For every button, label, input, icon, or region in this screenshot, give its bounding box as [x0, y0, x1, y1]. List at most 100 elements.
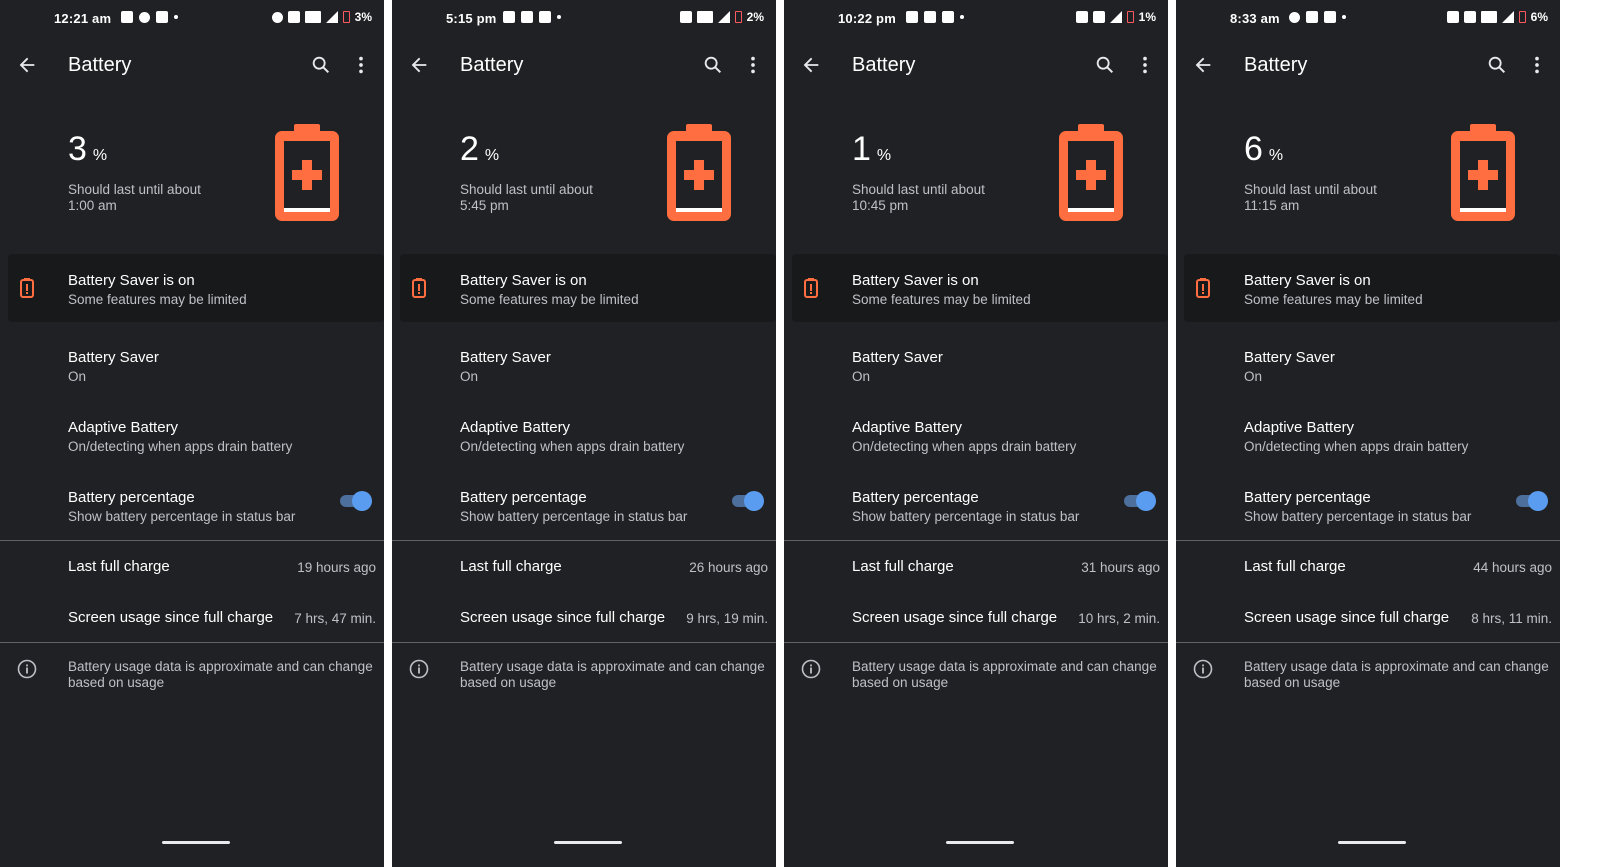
battery-level-unit: %: [484, 147, 500, 164]
battery-saver-value: On: [68, 369, 87, 384]
home-indicator[interactable]: [162, 841, 230, 844]
last-full-charge-row: Last full charge 44 hours ago: [1176, 558, 1560, 580]
info-icon: [17, 659, 37, 679]
battery-percentage-desc: Show battery percentage in status bar: [1244, 509, 1472, 524]
banner-subtitle: Some features may be limited: [68, 292, 247, 307]
battery-percentage-toggle[interactable]: [1514, 491, 1548, 511]
battery-saver-pref[interactable]: Battery Saver On: [392, 349, 776, 409]
back-arrow-icon[interactable]: [408, 54, 430, 76]
volte-icon: [1480, 11, 1497, 23]
battery-level: 6%: [1244, 130, 1283, 169]
adaptive-battery-value: On/detecting when apps drain battery: [68, 439, 293, 454]
battery-percentage-toggle[interactable]: [730, 491, 764, 511]
remaining-estimate: Should last until about 5:45 pm: [460, 182, 593, 214]
adaptive-battery-pref[interactable]: Adaptive Battery On/detecting when apps …: [1176, 419, 1560, 479]
system-icons: 3%: [271, 10, 372, 24]
dot-icon: [174, 15, 178, 19]
notification-icons: [503, 11, 561, 23]
gmail-icon: [1324, 11, 1336, 23]
signal-icon: [1109, 11, 1122, 23]
facebook-icon: [906, 11, 918, 23]
wifi-icon: [1463, 11, 1476, 23]
page-title: Battery: [1244, 54, 1308, 76]
remaining-time: 1:00 am: [68, 198, 117, 213]
battery-saver-banner[interactable]: Battery Saver is on Some features may be…: [8, 254, 384, 322]
adaptive-battery-value: On/detecting when apps drain battery: [460, 439, 685, 454]
battery-saver-banner[interactable]: Battery Saver is on Some features may be…: [1184, 254, 1560, 322]
last-full-charge-label: Last full charge: [68, 558, 170, 575]
remaining-time: 11:15 am: [1244, 198, 1300, 213]
last-full-charge-value: 44 hours ago: [1473, 560, 1552, 575]
system-icons: 2%: [679, 10, 764, 24]
battery-saver-icon: [1451, 124, 1515, 221]
more-vert-icon[interactable]: [350, 54, 372, 76]
battery-saver-banner[interactable]: Battery Saver is on Some features may be…: [792, 254, 1168, 322]
signal-icon: [1501, 11, 1514, 23]
back-arrow-icon[interactable]: [1192, 54, 1214, 76]
toggle-thumb: [1136, 491, 1156, 511]
back-arrow-icon[interactable]: [16, 54, 38, 76]
status-bar: 12:21 am 3%: [0, 0, 384, 36]
divider: [784, 642, 1168, 643]
search-icon[interactable]: [702, 54, 724, 76]
home-indicator[interactable]: [554, 841, 622, 844]
battery-level-value: 1: [852, 130, 871, 168]
banner-subtitle: Some features may be limited: [852, 292, 1031, 307]
battery-alert-icon: [1196, 278, 1210, 298]
remaining-time: 10:45 pm: [852, 198, 909, 213]
remaining-estimate: Should last until about 11:15 am: [1244, 182, 1377, 214]
status-time: 8:33 am: [1230, 11, 1280, 26]
headset-icon: [139, 11, 150, 23]
status-bar: 8:33 am 6%: [1176, 0, 1560, 36]
status-battery-percent: 2%: [746, 10, 764, 24]
remaining-estimate: Should last until about 1:00 am: [68, 182, 201, 214]
home-indicator[interactable]: [1338, 841, 1406, 844]
more-vert-icon[interactable]: [742, 54, 764, 76]
telegram-icon: [503, 11, 515, 23]
battery-settings-screen-3: 10:22 pm 1% Battery 1% Should last until…: [784, 0, 1168, 867]
screen-usage-row: Screen usage since full charge 10 hrs, 2…: [784, 609, 1168, 631]
battery-level-unit: %: [92, 147, 108, 164]
battery-saver-value: On: [460, 369, 479, 384]
status-battery-icon: [1126, 11, 1134, 23]
back-arrow-icon[interactable]: [800, 54, 822, 76]
adaptive-battery-pref[interactable]: Adaptive Battery On/detecting when apps …: [784, 419, 1168, 479]
search-icon[interactable]: [1094, 54, 1116, 76]
battery-level-value: 3: [68, 130, 87, 168]
system-icon-group: [271, 11, 338, 23]
screen-usage-label: Screen usage since full charge: [460, 609, 666, 626]
last-full-charge-label: Last full charge: [1244, 558, 1346, 575]
battery-alert-icon: [412, 278, 426, 298]
status-time: 10:22 pm: [838, 11, 896, 26]
toggle-thumb: [352, 491, 372, 511]
adaptive-battery-pref[interactable]: Adaptive Battery On/detecting when apps …: [0, 419, 384, 479]
battery-saver-value: On: [852, 369, 871, 384]
battery-saver-icon: [275, 124, 339, 221]
info-icon: [409, 659, 429, 679]
battery-saver-pref[interactable]: Battery Saver On: [0, 349, 384, 409]
page-title: Battery: [460, 54, 524, 76]
search-icon[interactable]: [310, 54, 332, 76]
battery-saver-pref[interactable]: Battery Saver On: [1176, 349, 1560, 409]
page-title: Battery: [68, 54, 132, 76]
battery-percentage-toggle[interactable]: [338, 491, 372, 511]
battery-percentage-toggle[interactable]: [1122, 491, 1156, 511]
status-battery-percent: 1%: [1138, 10, 1156, 24]
search-icon[interactable]: [1486, 54, 1508, 76]
youtube-icon: [942, 11, 954, 23]
battery-saver-value: On: [1244, 369, 1263, 384]
more-vert-icon[interactable]: [1526, 54, 1548, 76]
info-icon: [801, 659, 821, 679]
adaptive-battery-pref[interactable]: Adaptive Battery On/detecting when apps …: [392, 419, 776, 479]
more-vert-icon[interactable]: [1134, 54, 1156, 76]
home-indicator[interactable]: [946, 841, 1014, 844]
battery-level-value: 2: [460, 130, 479, 168]
battery-saver-banner[interactable]: Battery Saver is on Some features may be…: [400, 254, 776, 322]
status-time: 12:21 am: [54, 11, 112, 26]
last-full-charge-value: 31 hours ago: [1081, 560, 1160, 575]
last-full-charge-row: Last full charge 26 hours ago: [392, 558, 776, 580]
adaptive-battery-label: Adaptive Battery: [852, 419, 963, 436]
battery-saver-pref[interactable]: Battery Saver On: [784, 349, 1168, 409]
divider: [392, 642, 776, 643]
remaining-label: Should last until about: [460, 182, 593, 197]
